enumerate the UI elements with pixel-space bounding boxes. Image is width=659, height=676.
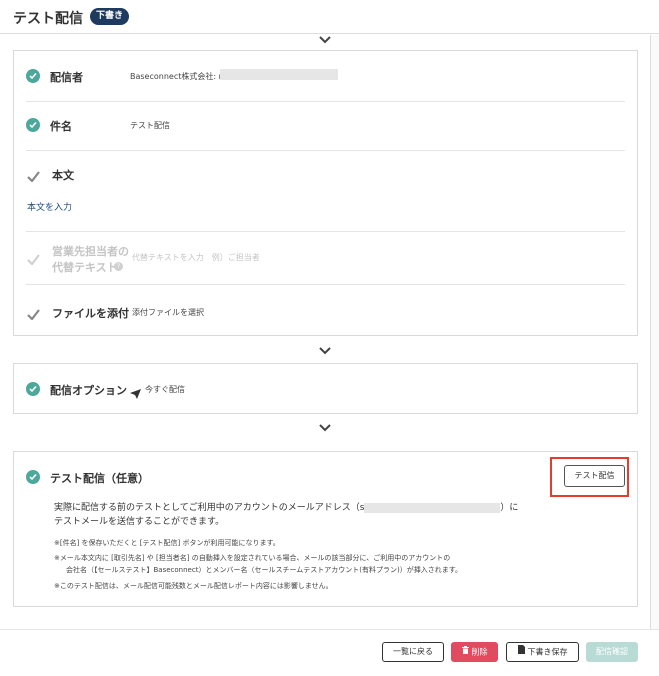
- chevron-down-icon[interactable]: [319, 424, 331, 432]
- test-send-card: テスト配信（任意） テスト配信 実際に配信する前のテストとしてご利用中のアカウン…: [13, 451, 638, 607]
- test-send-description: 実際に配信する前のテストとしてご利用中のアカウントのメールアドレス（s ）に: [54, 502, 519, 513]
- subject-label: 件名: [50, 120, 72, 133]
- note-2-line1: ※メール本文内に [取引先名] や [担当者名] の自動挿入を設定されている場合…: [54, 554, 451, 562]
- redacted-email: [364, 502, 501, 513]
- footer-bar: 一覧に戻る 削除 下書き保存 配信確認: [0, 629, 659, 676]
- page-title: テスト配信: [13, 11, 83, 27]
- compose-card: 配信者 Baseconnect株式会社: r 件名 テスト配信 本文 本文を入力: [13, 50, 638, 336]
- confirm-send-button[interactable]: 配信確認: [586, 642, 638, 662]
- alt-text-input: 代替テキストを入力 例）ご担当者: [132, 253, 260, 262]
- check-icon: [27, 167, 41, 183]
- alt-text-row: 営業先担当者の 代替テキスト ? 代替テキストを入力 例）ご担当者: [14, 232, 637, 284]
- delete-button[interactable]: 削除: [451, 642, 498, 662]
- subject-row[interactable]: 件名 テスト配信: [14, 102, 637, 150]
- options-value: 今すぐ配信: [145, 385, 185, 394]
- body-label: 本文: [52, 169, 74, 182]
- trash-icon: [461, 643, 469, 661]
- attachment-row: ファイルを添付 添付ファイルを選択: [14, 285, 637, 335]
- save-draft-label: 下書き保存: [527, 647, 568, 657]
- save-draft-button[interactable]: 下書き保存: [506, 642, 579, 662]
- alt-text-label-line2: 代替テキスト: [52, 261, 118, 274]
- check-complete-icon: [26, 69, 40, 83]
- options-label: 配信オプション: [50, 384, 127, 397]
- page-header: テスト配信 下書き: [0, 0, 659, 34]
- options-card[interactable]: 配信オプション 今すぐ配信: [13, 363, 638, 414]
- redacted-field: [220, 69, 338, 80]
- sender-label: 配信者: [50, 71, 83, 84]
- send-icon: [130, 384, 141, 403]
- check-complete-icon: [26, 118, 40, 132]
- scrollbar[interactable]: [651, 35, 659, 629]
- check-icon: [27, 305, 41, 321]
- alt-text-label-line1: 営業先担当者の: [52, 245, 129, 258]
- check-complete-icon: [26, 382, 40, 396]
- document-icon: [517, 643, 525, 661]
- back-to-list-button[interactable]: 一覧に戻る: [382, 642, 444, 662]
- chevron-down-icon[interactable]: [319, 36, 331, 44]
- chevron-down-icon[interactable]: [319, 347, 331, 355]
- note-1: ※[件名] を保存いただくと [テスト配信] ボタンが利用可能になります。: [54, 539, 280, 547]
- status-badge: 下書き: [90, 8, 130, 25]
- note-3: ※このテスト配信は、メール配信可能残数とメール配信レポート内容には影響しません。: [54, 582, 333, 590]
- check-icon: [27, 250, 41, 266]
- body-input-link[interactable]: 本文を入力: [27, 200, 72, 213]
- test-send-description-line2: テストメールを送信することができます。: [54, 517, 225, 527]
- body-row: 本文 本文を入力: [14, 151, 637, 231]
- sender-row[interactable]: 配信者 Baseconnect株式会社: r: [14, 51, 637, 101]
- note-2-line2: 会社名（【セールステスト】Baseconnect）とメンバー名（セールスチームテ…: [66, 566, 463, 574]
- help-icon[interactable]: ?: [114, 262, 123, 271]
- test-send-label: テスト配信（任意）: [50, 472, 149, 485]
- delete-label: 削除: [471, 647, 488, 657]
- main-content: 配信者 Baseconnect株式会社: r 件名 テスト配信 本文 本文を入力: [0, 35, 651, 629]
- check-complete-icon: [26, 470, 40, 484]
- attachment-label: ファイルを添付: [52, 307, 129, 320]
- subject-value: テスト配信: [130, 121, 170, 130]
- attachment-select-link[interactable]: 添付ファイルを選択: [132, 307, 204, 318]
- test-send-button[interactable]: テスト配信: [564, 465, 625, 487]
- sender-value: Baseconnect株式会社: r: [130, 72, 222, 81]
